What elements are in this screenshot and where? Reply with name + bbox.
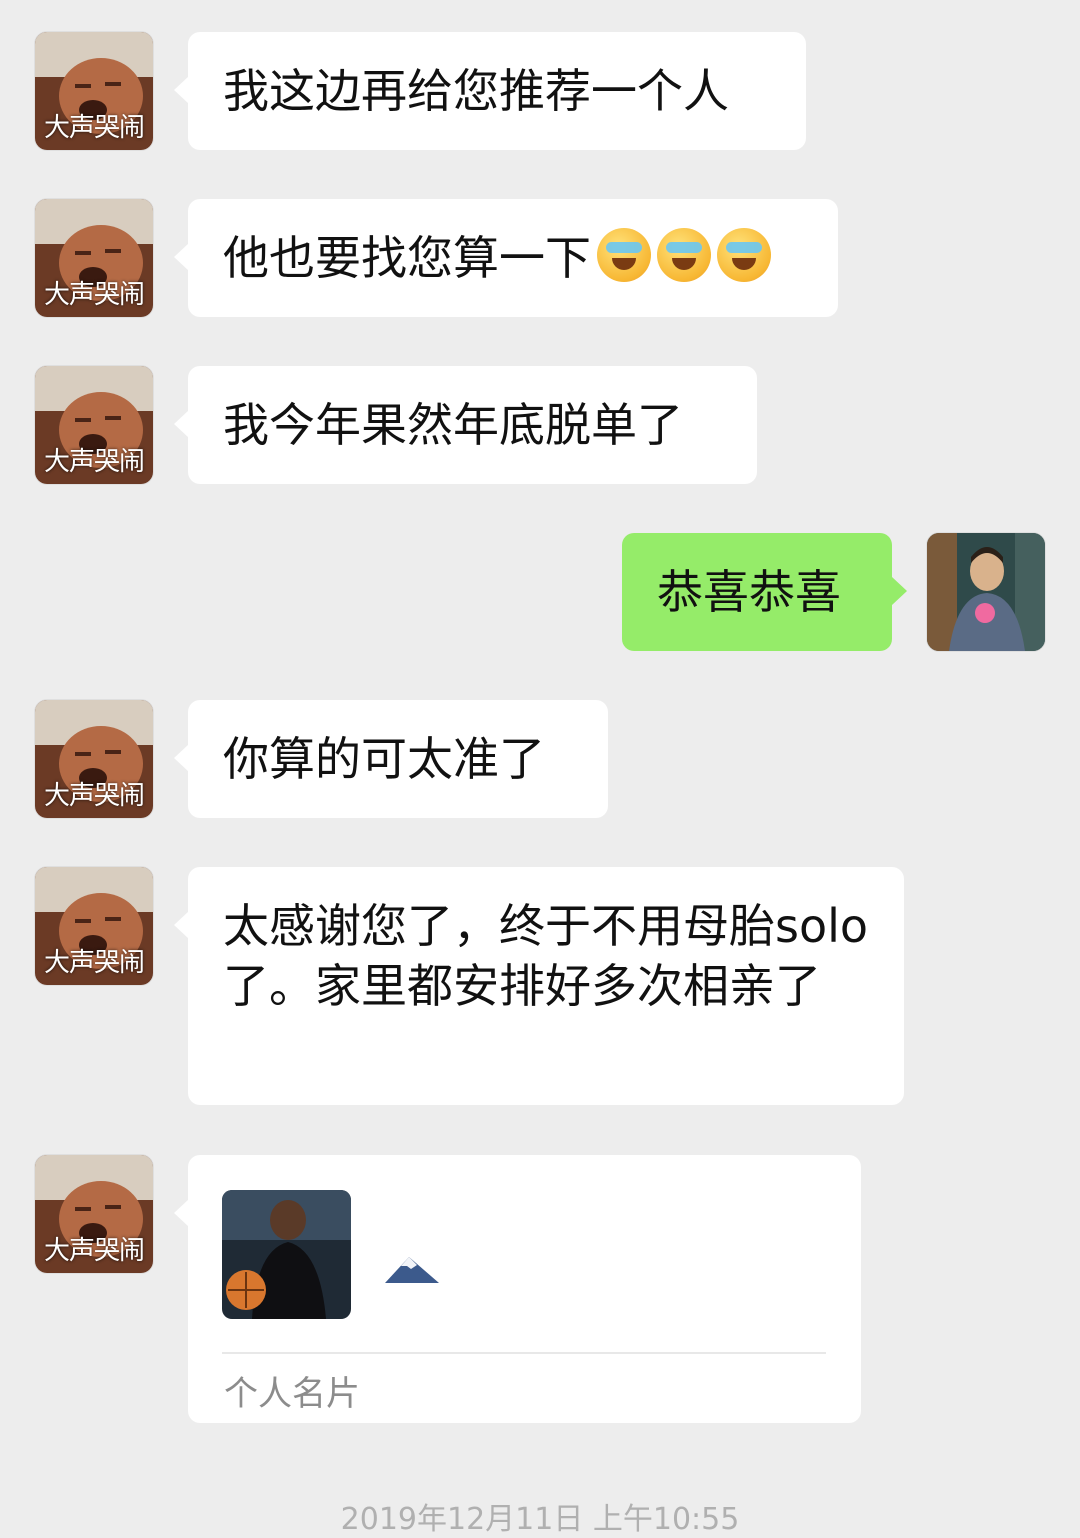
message-timestamp: 2019年12月11日 上午10:55 xyxy=(340,1502,740,1537)
bubble-tail xyxy=(892,577,907,605)
loudly-crying-face-icon xyxy=(597,228,651,282)
message-bubble[interactable]: 你算的可太准了 xyxy=(188,700,608,818)
message-text: 我今年果然年底脱单了 xyxy=(223,398,683,452)
avatar-caption: 大声哭闹 xyxy=(43,447,145,477)
avatar-caption: 大声哭闹 xyxy=(43,1236,145,1266)
avatar-caption: 大声哭闹 xyxy=(43,113,145,143)
loudly-crying-face-icon xyxy=(657,228,711,282)
bubble-tail xyxy=(174,410,189,438)
sender-avatar[interactable]: 大声哭闹 xyxy=(35,32,153,150)
bubble-tail xyxy=(174,76,189,104)
message-text: 太感谢您了，终于不用母胎solo了。家里都安排好多次相亲了 xyxy=(223,899,869,1013)
message-bubble[interactable]: 他也要找您算一下 xyxy=(188,199,838,317)
message-text: 我这边再给您推荐一个人 xyxy=(223,64,729,118)
sender-avatar[interactable]: 大声哭闹 xyxy=(35,199,153,317)
message-text: 恭喜恭喜 xyxy=(657,565,841,619)
sender-avatar[interactable]: 大声哭闹 xyxy=(35,366,153,484)
message-text: 他也要找您算一下 xyxy=(223,231,591,285)
card-divider xyxy=(222,1352,826,1354)
loudly-crying-face-icon xyxy=(717,228,771,282)
message-text: 你算的可太准了 xyxy=(223,732,545,786)
contact-card-label: 个人名片 xyxy=(224,1374,360,1414)
person-holding-lotus-avatar-image xyxy=(927,533,1045,651)
sender-avatar[interactable]: 大声哭闹 xyxy=(35,1155,153,1273)
bubble-tail xyxy=(174,744,189,772)
message-bubble-outgoing[interactable]: 恭喜恭喜 xyxy=(622,533,892,651)
sender-avatar[interactable]: 大声哭闹 xyxy=(35,700,153,818)
bubble-tail xyxy=(174,1199,189,1227)
avatar-caption: 大声哭闹 xyxy=(43,781,145,811)
message-bubble[interactable]: 我今年果然年底脱单了 xyxy=(188,366,757,484)
mountain-icon xyxy=(385,1257,439,1283)
sender-avatar[interactable]: 大声哭闹 xyxy=(35,867,153,985)
bubble-tail xyxy=(174,911,189,939)
basketball-player-avatar-image xyxy=(222,1190,351,1319)
avatar-caption: 大声哭闹 xyxy=(43,948,145,978)
my-avatar[interactable] xyxy=(927,533,1045,651)
avatar-caption: 大声哭闹 xyxy=(43,280,145,310)
message-bubble[interactable]: 我这边再给您推荐一个人 xyxy=(188,32,806,150)
message-bubble[interactable]: 太感谢您了，终于不用母胎solo了。家里都安排好多次相亲了 xyxy=(188,867,904,1105)
bubble-tail xyxy=(174,243,189,271)
contact-avatar[interactable] xyxy=(222,1190,351,1319)
